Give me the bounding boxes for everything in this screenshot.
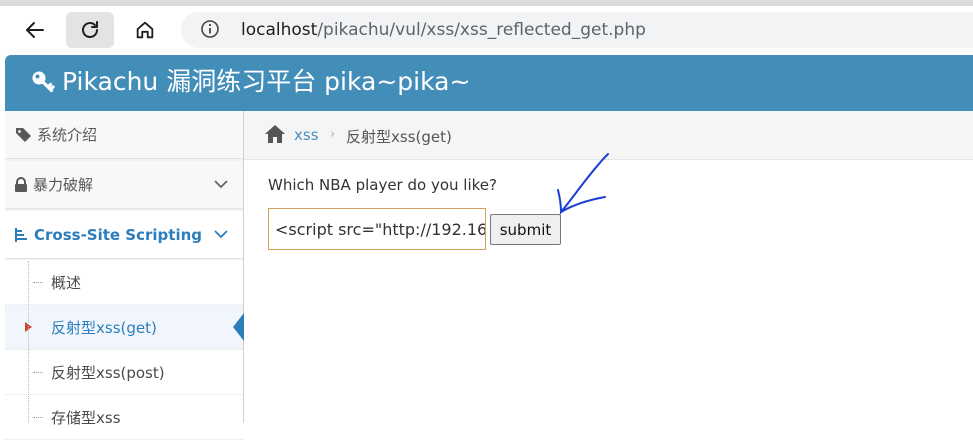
sidebar-item-bruteforce[interactable]: 暴力破解 [5,161,243,209]
tree-dash [33,417,43,418]
active-pointer-icon [233,313,244,341]
breadcrumb-link-xss[interactable]: xss [294,126,319,144]
sidebar-item-label: 暴力破解 [33,176,94,194]
home-icon [136,21,154,39]
annotation-check-mark [557,153,609,215]
tree-dash [33,372,43,373]
url-host: localhost [241,20,318,40]
sidebar-subitem-label: 反射型xss(get) [51,318,157,337]
url-path: /pikachu/vul/xss/xss_reflected_get.php [317,20,646,40]
sidebar-subitem-label: 反射型xss(post) [51,363,165,382]
key-icon [32,71,55,93]
chevron-down-icon [214,230,228,239]
chevron-down-icon [214,180,228,189]
sidebar-item-label: 系统介绍 [37,126,98,144]
sidebar-item-xss[interactable]: Cross-Site Scripting [5,211,243,259]
sidebar-subitem-reflected-post[interactable]: 反射型xss(post) [5,350,243,395]
sidebar-item-intro[interactable]: 系统介绍 [5,111,243,159]
back-button[interactable] [11,12,59,48]
player-name-input[interactable] [268,208,486,250]
sidebar-subitem-reflected-get[interactable]: 反射型xss(get) [5,305,244,350]
sidebar-item-label: Cross-Site Scripting [34,225,203,244]
home-icon[interactable] [264,124,286,144]
breadcrumb-separator: › [330,127,336,142]
url-text[interactable]: localhost/pikachu/vul/xss/xss_reflected_… [241,19,646,41]
info-icon[interactable] [200,19,220,39]
question-label: Which NBA player do you like? [268,176,497,194]
app-title: Pikachu 漏洞练习平台 pika~pika~ [62,67,471,96]
tree-line [28,261,29,423]
tags-icon [16,127,31,142]
breadcrumb-current: 反射型xss(get) [346,128,452,146]
tree-dash [33,282,43,283]
sitemap-icon [15,227,27,242]
reload-button[interactable] [66,12,114,48]
sidebar-subitem-overview[interactable]: 概述 [5,260,243,305]
app-logo[interactable]: Pikachu 漏洞练习平台 pika~pika~ [30,67,470,97]
reload-icon [82,21,98,38]
sidebar-subitem-label: 存储型xss [51,408,121,427]
sidebar: 系统介绍 暴力破解 Cross-Site Scripting 概述 反射型xss… [5,111,244,440]
arrow-left-icon [26,22,44,38]
lock-icon [15,176,27,192]
home-button[interactable] [121,12,169,48]
sidebar-subitem-label: 概述 [51,273,82,292]
sidebar-subitem-stored[interactable]: 存储型xss [5,395,243,440]
